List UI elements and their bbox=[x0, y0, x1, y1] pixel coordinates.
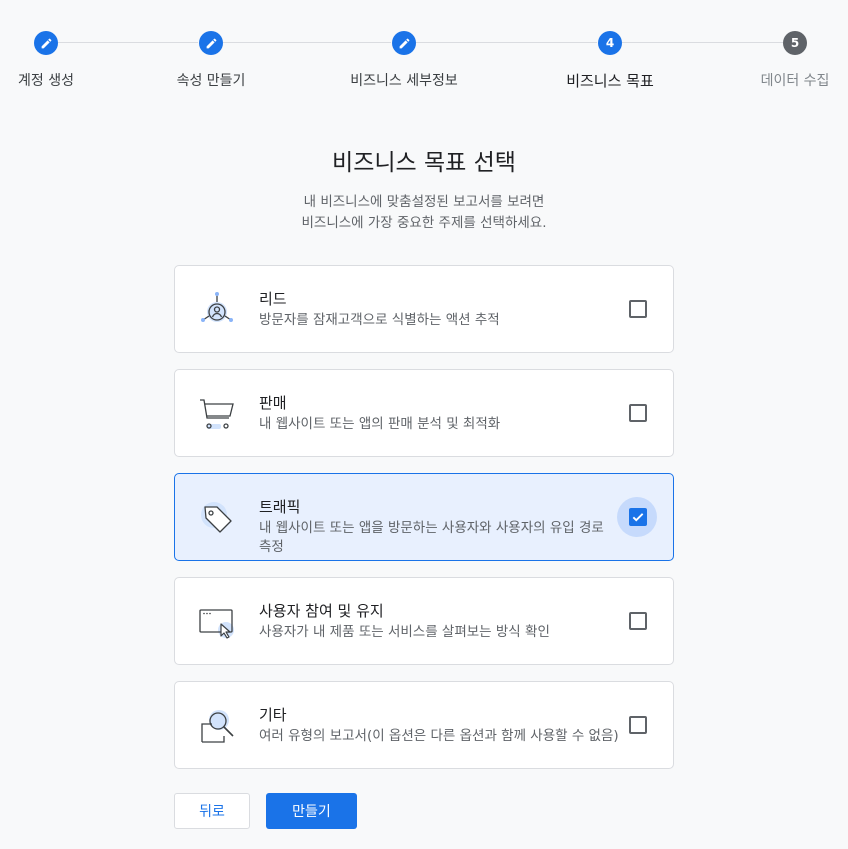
tag-icon bbox=[197, 498, 237, 538]
option-card-sales[interactable]: 판매 내 웹사이트 또는 앱의 판매 분석 및 최적화 bbox=[174, 369, 674, 457]
option-description: 내 웹사이트 또는 앱을 방문하는 사용자와 사용자의 유입 경로 측정 bbox=[259, 520, 604, 555]
subtitle-line-2: 비즈니스에 가장 중요한 주제를 선택하세요. bbox=[301, 215, 547, 231]
step-2-label: 속성 만들기 bbox=[176, 73, 246, 89]
sales-checkbox[interactable] bbox=[629, 404, 647, 422]
step-4-number: 4 bbox=[598, 31, 622, 55]
option-description: 방문자를 잠재고객으로 식별하는 액션 추적 bbox=[259, 312, 500, 328]
stepper: 4 5 계정 생성 속성 만들기 비즈니스 세부정보 비즈니스 목표 데이터 수… bbox=[0, 0, 848, 110]
shopping-cart-icon bbox=[197, 394, 237, 434]
option-card-other[interactable]: 기타 여러 유형의 보고서(이 옵션은 다른 옵션과 함께 사용할 수 없음) bbox=[174, 681, 674, 769]
browser-cursor-icon bbox=[197, 602, 237, 642]
step-connector bbox=[223, 42, 391, 43]
step-1-label: 계정 생성 bbox=[18, 73, 74, 89]
option-description: 사용자가 내 제품 또는 서비스를 살펴보는 방식 확인 bbox=[259, 624, 550, 640]
other-checkbox[interactable] bbox=[629, 716, 647, 734]
option-card-leads[interactable]: 리드 방문자를 잠재고객으로 식별하는 액션 추적 bbox=[174, 265, 674, 353]
option-title: 트래픽 bbox=[259, 498, 301, 516]
engagement-checkbox[interactable] bbox=[629, 612, 647, 630]
step-5-label: 데이터 수집 bbox=[760, 73, 830, 89]
step-4-label: 비즈니스 목표 bbox=[566, 72, 654, 90]
leads-checkbox[interactable] bbox=[629, 300, 647, 318]
step-connector bbox=[58, 42, 198, 43]
option-title: 판매 bbox=[259, 394, 287, 412]
magnifier-icon bbox=[197, 706, 237, 746]
option-title: 리드 bbox=[259, 290, 287, 308]
step-1-pencil-icon bbox=[34, 31, 58, 55]
option-card-engagement[interactable]: 사용자 참여 및 유지 사용자가 내 제품 또는 서비스를 살펴보는 방식 확인 bbox=[174, 577, 674, 665]
step-2-pencil-icon bbox=[199, 31, 223, 55]
option-title: 사용자 참여 및 유지 bbox=[259, 602, 384, 620]
back-button[interactable]: 뒤로 bbox=[174, 793, 250, 829]
create-button[interactable]: 만들기 bbox=[266, 793, 357, 829]
step-3-label: 비즈니스 세부정보 bbox=[350, 73, 458, 89]
subtitle-line-1: 내 비즈니스에 맞춤설정된 보고서를 보려면 bbox=[303, 194, 545, 210]
option-description: 여러 유형의 보고서(이 옵션은 다른 옵션과 함께 사용할 수 없음) bbox=[259, 728, 619, 744]
step-3-pencil-icon bbox=[392, 31, 416, 55]
step-5-number: 5 bbox=[783, 31, 807, 55]
traffic-checkbox[interactable] bbox=[629, 508, 647, 526]
page-subtitle: 내 비즈니스에 맞춤설정된 보고서를 보려면 비즈니스에 가장 중요한 주제를 … bbox=[0, 192, 848, 234]
option-title: 기타 bbox=[259, 706, 287, 724]
step-connector bbox=[416, 42, 597, 43]
option-description: 내 웹사이트 또는 앱의 판매 분석 및 최적화 bbox=[259, 416, 501, 432]
step-connector bbox=[622, 42, 783, 43]
target-person-icon bbox=[197, 290, 237, 330]
page-title: 비즈니스 목표 선택 bbox=[332, 150, 516, 176]
option-card-traffic[interactable]: 트래픽 내 웹사이트 또는 앱을 방문하는 사용자와 사용자의 유입 경로 측정 bbox=[174, 473, 674, 561]
